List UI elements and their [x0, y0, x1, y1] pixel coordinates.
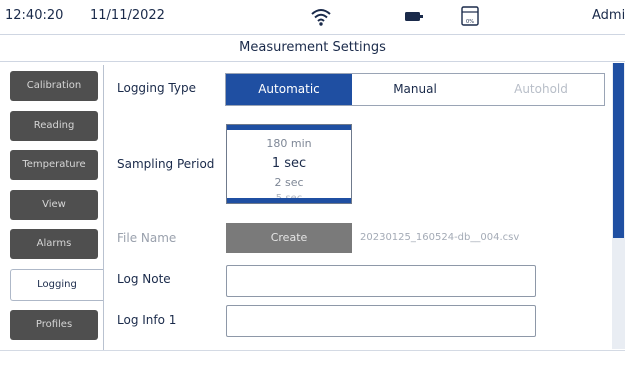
battery-icon: [405, 12, 423, 21]
tab-alarms[interactable]: Alarms: [10, 229, 98, 259]
sidebar-divider: [103, 65, 104, 350]
file-name-label: File Name: [117, 231, 177, 245]
log-note-input[interactable]: [226, 265, 536, 297]
picker-option[interactable]: 180 min: [227, 137, 351, 150]
storage-icon: 0%: [461, 6, 479, 26]
tab-label: Temperature: [22, 159, 86, 170]
clock-date: 11/11/2022: [90, 8, 165, 23]
picker-top-bar: [227, 125, 351, 130]
tab-reading[interactable]: Reading: [10, 111, 98, 141]
log-note-label: Log Note: [117, 272, 171, 286]
tab-label: Logging: [37, 279, 77, 290]
tab-label: Alarms: [36, 238, 72, 249]
tab-label: View: [42, 199, 66, 210]
sampling-period-label: Sampling Period: [117, 157, 215, 171]
measurement-settings-screen: 12:40:20 11/11/2022 0% Admin Measurement…: [0, 0, 625, 380]
sampling-period-picker[interactable]: 150 min 180 min 1 sec 2 sec 5 sec: [226, 124, 352, 204]
log-info-1-label: Log Info 1: [117, 313, 177, 327]
log-info-1-input[interactable]: [226, 305, 536, 337]
logging-type-selector: Automatic Manual Autohold: [225, 73, 605, 106]
tab-profiles[interactable]: Profiles: [10, 310, 98, 340]
tab-label: Profiles: [35, 319, 73, 330]
status-bar: 12:40:20 11/11/2022 0% Admin: [0, 0, 625, 35]
user-name[interactable]: Admin: [592, 8, 625, 23]
logging-type-autohold[interactable]: Autohold: [478, 74, 604, 105]
tab-view[interactable]: View: [10, 190, 98, 220]
picker-bottom-bar: [227, 198, 351, 203]
scrollbar-thumb[interactable]: [613, 63, 624, 238]
tab-calibration[interactable]: Calibration: [10, 71, 98, 101]
logging-type-automatic[interactable]: Automatic: [226, 74, 352, 105]
tab-logging[interactable]: Logging: [10, 269, 103, 301]
storage-percent: 0%: [466, 19, 474, 25]
tab-temperature[interactable]: Temperature: [10, 150, 98, 180]
footer-divider: [0, 350, 625, 351]
picker-option[interactable]: 2 sec: [227, 176, 351, 189]
wifi-icon: [311, 9, 331, 26]
picker-selected-option[interactable]: 1 sec: [227, 156, 351, 171]
clock-time: 12:40:20: [5, 8, 64, 23]
create-button[interactable]: Create: [226, 223, 352, 253]
tab-label: Reading: [33, 120, 75, 131]
logging-type-manual[interactable]: Manual: [352, 74, 478, 105]
file-name-value: 20230125_160524-db__004.csv: [360, 232, 520, 243]
logging-type-label: Logging Type: [117, 81, 196, 95]
tab-label: Calibration: [26, 80, 82, 91]
page-title: Measurement Settings: [239, 40, 386, 55]
title-bar: Measurement Settings: [0, 35, 625, 62]
